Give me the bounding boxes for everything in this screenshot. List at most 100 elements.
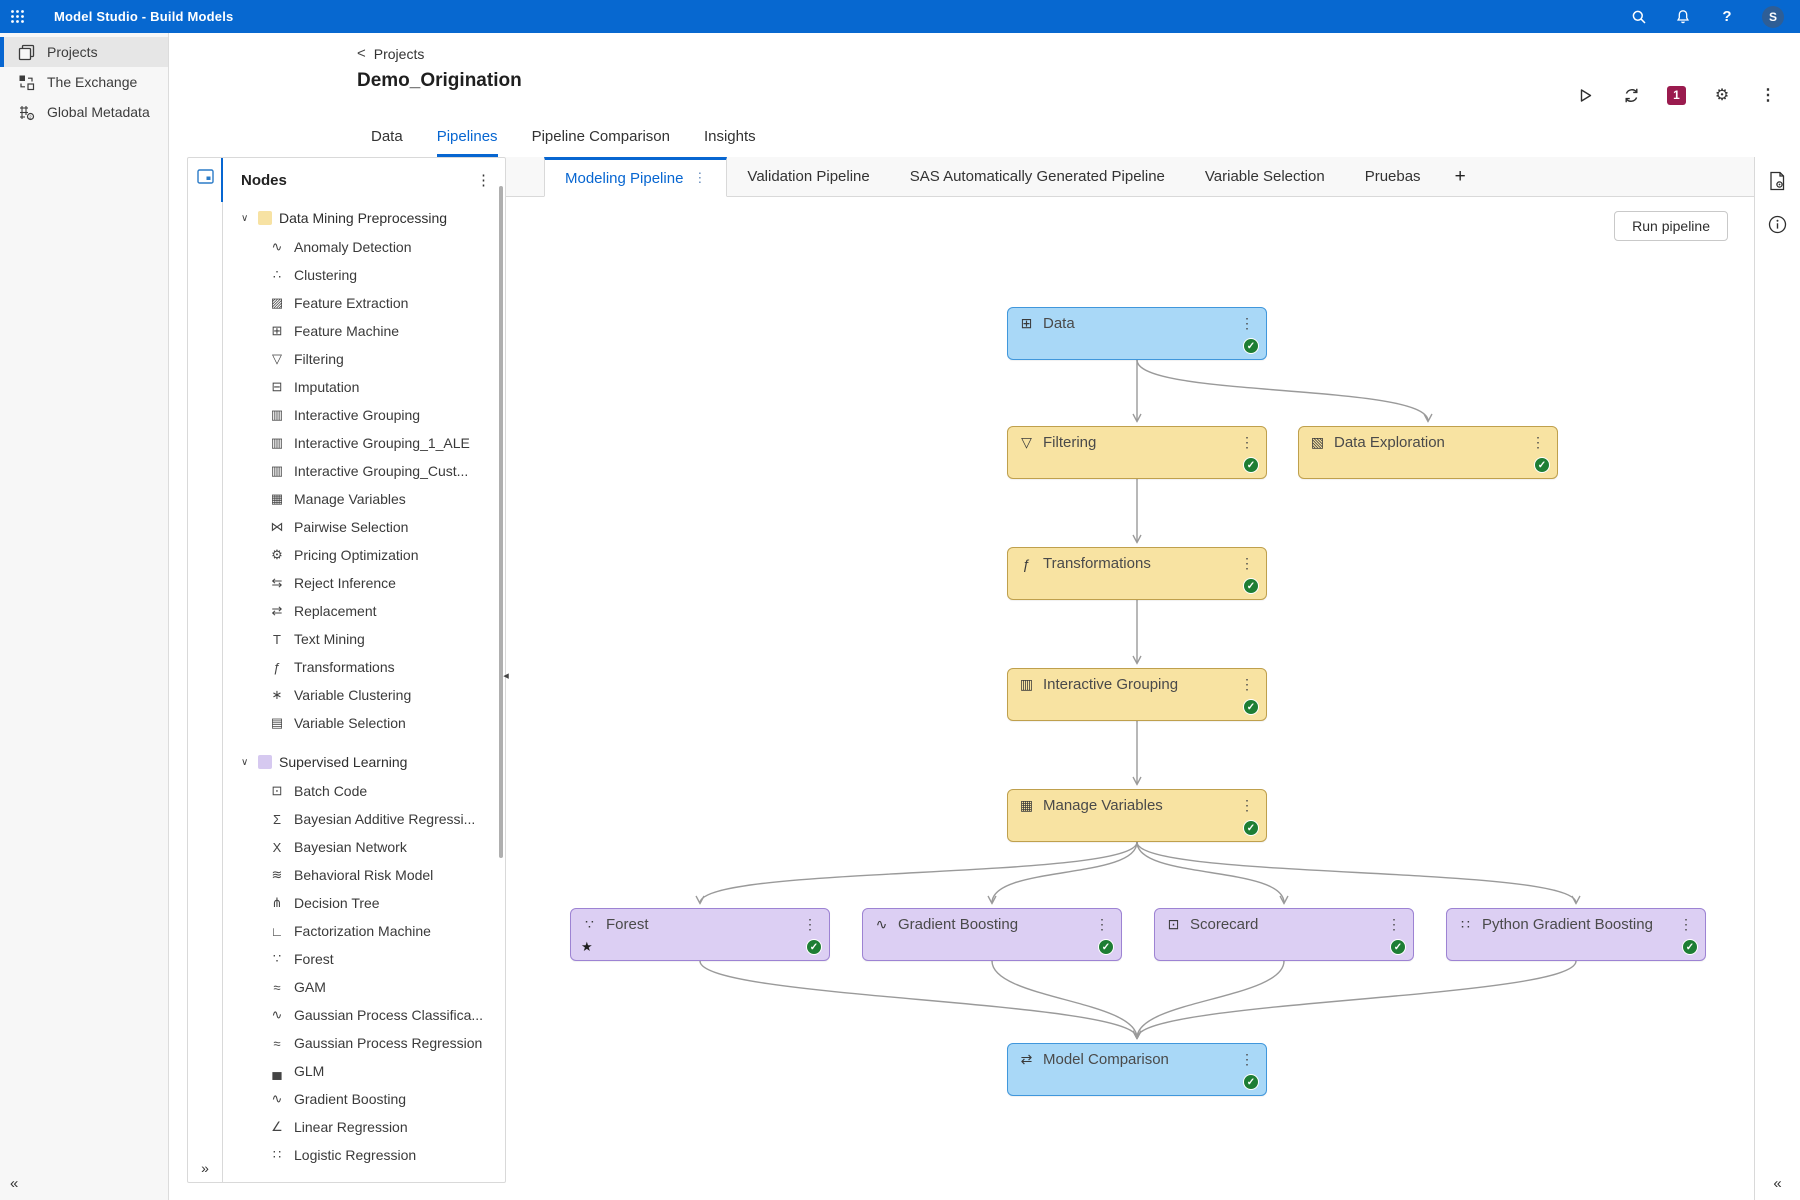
- interactive-grouping-icon: ▥: [269, 407, 285, 423]
- panel-resize-handle[interactable]: ◂: [500, 663, 512, 687]
- node-item-gam[interactable]: ≈GAM: [223, 973, 505, 1001]
- champion-star-icon: ★: [581, 939, 593, 955]
- breadcrumb[interactable]: < Projects: [357, 45, 1800, 62]
- pipeline-tab-label: SAS Automatically Generated Pipeline: [910, 168, 1165, 185]
- pipeline-canvas[interactable]: Run pipeline ⊞Data⋮✓▽Filtering⋮✓▧Data Ex…: [506, 197, 1754, 1200]
- sidebar-item-the-exchange[interactable]: The Exchange: [0, 67, 168, 97]
- node-menu-kebab-icon[interactable]: ⋮: [1092, 916, 1112, 933]
- node-item-linear-regression[interactable]: ∠Linear Regression: [223, 1113, 505, 1141]
- node-menu-kebab-icon[interactable]: ⋮: [1237, 676, 1257, 693]
- node-item-text-mining[interactable]: TText Mining: [223, 625, 505, 653]
- node-item-gradient-boosting[interactable]: ∿Gradient Boosting: [223, 1085, 505, 1113]
- node-item-label: Anomaly Detection: [294, 239, 412, 255]
- node-item-batch-code[interactable]: ⊡Batch Code: [223, 777, 505, 805]
- node-item-pricing-optimization[interactable]: ⚙Pricing Optimization: [223, 541, 505, 569]
- node-item-variable-selection[interactable]: ▤Variable Selection: [223, 709, 505, 737]
- node-item-manage-variables[interactable]: ▦Manage Variables: [223, 485, 505, 513]
- node-item-bayesian-additive-regressi-[interactable]: ΣBayesian Additive Regressi...: [223, 805, 505, 833]
- logistic-regression-icon: ∷: [269, 1147, 285, 1163]
- app-switcher-grid-icon[interactable]: [0, 9, 34, 24]
- pipeline-tab-variable-selection[interactable]: Variable Selection: [1185, 157, 1345, 196]
- tab-insights[interactable]: Insights: [704, 128, 756, 157]
- search-icon[interactable]: [1630, 8, 1648, 26]
- pipeline-node-interactive-grouping[interactable]: ▥Interactive Grouping⋮✓: [1007, 668, 1267, 721]
- node-menu-kebab-icon[interactable]: ⋮: [800, 916, 820, 933]
- pipeline-node-data[interactable]: ⊞Data⋮✓: [1007, 307, 1267, 360]
- node-item-reject-inference[interactable]: ⇆Reject Inference: [223, 569, 505, 597]
- nodes-panel-menu-kebab-icon[interactable]: ⋮: [472, 171, 495, 189]
- node-item-forest[interactable]: ∵Forest: [223, 945, 505, 973]
- node-menu-kebab-icon[interactable]: ⋮: [1237, 797, 1257, 814]
- node-menu-kebab-icon[interactable]: ⋮: [1237, 555, 1257, 572]
- node-item-feature-machine[interactable]: ⊞Feature Machine: [223, 317, 505, 345]
- pipeline-tab-sas-automatically-generated-pipeline[interactable]: SAS Automatically Generated Pipeline: [890, 157, 1185, 196]
- node-item-glm[interactable]: ▄GLM: [223, 1057, 505, 1085]
- sidebar-collapse-chevron[interactable]: «: [10, 1175, 18, 1192]
- node-menu-kebab-icon[interactable]: ⋮: [1237, 1051, 1257, 1068]
- pipeline-tab-menu-kebab-icon[interactable]: ⋮: [693, 170, 706, 186]
- pipeline-node-manage-variables[interactable]: ▦Manage Variables⋮✓: [1007, 789, 1267, 842]
- node-category-supervised-learning[interactable]: ∨Supervised Learning: [223, 747, 505, 777]
- node-item-variable-clustering[interactable]: ∗Variable Clustering: [223, 681, 505, 709]
- panel-expand-chevron[interactable]: »: [188, 1160, 222, 1176]
- pipeline-node-filtering[interactable]: ▽Filtering⋮✓: [1007, 426, 1267, 479]
- node-category-data-mining-preprocessing[interactable]: ∨Data Mining Preprocessing: [223, 203, 505, 233]
- node-item-replacement[interactable]: ⇄Replacement: [223, 597, 505, 625]
- pipeline-node-model-comparison[interactable]: ⇄Model Comparison⋮✓: [1007, 1043, 1267, 1096]
- sidebar-item-global-metadata[interactable]: 2Global Metadata: [0, 97, 168, 127]
- user-avatar[interactable]: S: [1762, 6, 1784, 28]
- node-menu-kebab-icon[interactable]: ⋮: [1528, 434, 1548, 451]
- node-item-label: Feature Machine: [294, 323, 399, 339]
- tab-pipeline-comparison[interactable]: Pipeline Comparison: [532, 128, 670, 157]
- node-item-behavioral-risk-model[interactable]: ≋Behavioral Risk Model: [223, 861, 505, 889]
- node-item-interactive-grouping-1-ale[interactable]: ▥Interactive Grouping_1_ALE: [223, 429, 505, 457]
- tab-data[interactable]: Data: [371, 128, 403, 157]
- node-item-clustering[interactable]: ∴Clustering: [223, 261, 505, 289]
- pipeline-node-data-exploration[interactable]: ▧Data Exploration⋮✓: [1298, 426, 1558, 479]
- pipeline-node-gradient-boosting[interactable]: ∿Gradient Boosting⋮✓: [862, 908, 1122, 961]
- panel-layout-toggle-icon[interactable]: [197, 169, 214, 184]
- pipeline-node-transformations[interactable]: ƒTransformations⋮✓: [1007, 547, 1267, 600]
- node-item-decision-tree[interactable]: ⋔Decision Tree: [223, 889, 505, 917]
- node-item-anomaly-detection[interactable]: ∿Anomaly Detection: [223, 233, 505, 261]
- pipeline-report-icon[interactable]: [1768, 171, 1788, 191]
- node-item-gaussian-process-regression[interactable]: ≈Gaussian Process Regression: [223, 1029, 505, 1057]
- bayesian-network-icon: X: [269, 840, 285, 855]
- node-item-feature-extraction[interactable]: ▨Feature Extraction: [223, 289, 505, 317]
- nodes-list-scrollbar[interactable]: [499, 186, 503, 858]
- node-menu-kebab-icon[interactable]: ⋮: [1676, 916, 1696, 933]
- node-item-bayesian-network[interactable]: XBayesian Network: [223, 833, 505, 861]
- add-pipeline-button[interactable]: +: [1441, 157, 1480, 196]
- node-item-pairwise-selection[interactable]: ⋈Pairwise Selection: [223, 513, 505, 541]
- node-item-logistic-regression[interactable]: ∷Logistic Regression: [223, 1141, 505, 1169]
- help-icon[interactable]: ?: [1718, 8, 1736, 26]
- pipeline-node-python-gradient-boosting[interactable]: ∷Python Gradient Boosting⋮✓: [1446, 908, 1706, 961]
- node-item-imputation[interactable]: ⊟Imputation: [223, 373, 505, 401]
- node-label: Data: [1043, 315, 1075, 332]
- node-menu-kebab-icon[interactable]: ⋮: [1237, 315, 1257, 332]
- settings-gear-icon[interactable]: ⚙: [1712, 85, 1732, 105]
- tab-pipelines[interactable]: Pipelines: [437, 128, 498, 157]
- node-item-interactive-grouping[interactable]: ▥Interactive Grouping: [223, 401, 505, 429]
- notification-count-badge[interactable]: 1: [1667, 86, 1686, 105]
- pipeline-node-scorecard[interactable]: ⊡Scorecard⋮✓: [1154, 908, 1414, 961]
- node-item-filtering[interactable]: ▽Filtering: [223, 345, 505, 373]
- run-project-play-icon[interactable]: [1575, 85, 1595, 105]
- notifications-bell-icon[interactable]: [1674, 8, 1692, 26]
- sidebar-item-projects[interactable]: Projects: [0, 37, 168, 67]
- more-options-kebab-icon[interactable]: ⋮: [1758, 85, 1778, 105]
- pipeline-tab-pruebas[interactable]: Pruebas: [1345, 157, 1441, 196]
- node-item-factorization-machine[interactable]: ∟Factorization Machine: [223, 917, 505, 945]
- right-rail-collapse-chevron[interactable]: «: [1755, 1175, 1800, 1192]
- refresh-sync-icon[interactable]: [1621, 85, 1641, 105]
- node-item-interactive-grouping-cust-[interactable]: ▥Interactive Grouping_Cust...: [223, 457, 505, 485]
- node-item-gaussian-process-classifica-[interactable]: ∿Gaussian Process Classifica...: [223, 1001, 505, 1029]
- pipeline-tab-validation-pipeline[interactable]: Validation Pipeline: [727, 157, 889, 196]
- pipeline-tab-modeling-pipeline[interactable]: Modeling Pipeline⋮: [544, 157, 727, 197]
- run-pipeline-button[interactable]: Run pipeline: [1614, 211, 1728, 241]
- info-icon[interactable]: [1768, 215, 1788, 235]
- node-menu-kebab-icon[interactable]: ⋮: [1237, 434, 1257, 451]
- node-item-transformations[interactable]: ƒTransformations: [223, 653, 505, 681]
- node-menu-kebab-icon[interactable]: ⋮: [1384, 916, 1404, 933]
- pipeline-node-forest[interactable]: ∵Forest⋮★✓: [570, 908, 830, 961]
